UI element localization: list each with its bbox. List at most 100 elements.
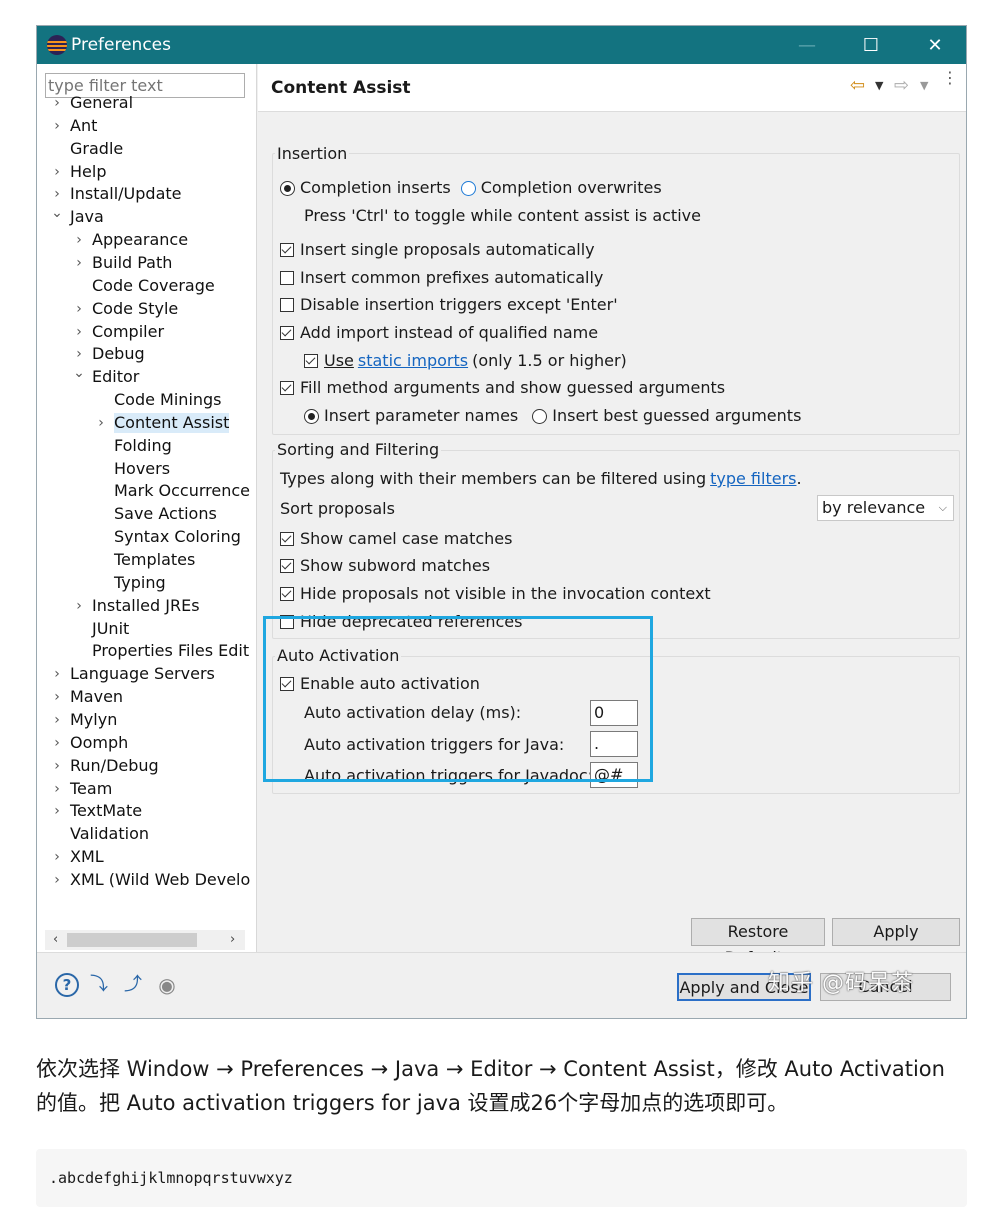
- tree-item[interactable]: Syntax Coloring: [114, 527, 241, 547]
- tree-item[interactable]: Save Actions: [114, 504, 217, 524]
- tree-item[interactable]: Code Minings: [114, 390, 222, 410]
- chevron-right-icon[interactable]: ›: [51, 687, 63, 707]
- camel-case-checkbox[interactable]: [280, 532, 294, 546]
- disable-triggers-checkbox[interactable]: [280, 298, 294, 312]
- window-title: Preferences: [71, 35, 171, 55]
- add-import-checkbox[interactable]: [280, 326, 294, 340]
- code-text: .abcdefghijklmnopqrstuvwxyz: [49, 1169, 293, 1187]
- chevron-right-icon[interactable]: ›: [51, 733, 63, 753]
- tree-item[interactable]: Build Path: [92, 253, 172, 273]
- chevron-down-icon[interactable]: ⌄: [73, 366, 85, 380]
- tree-item[interactable]: Install/Update: [70, 184, 182, 204]
- chevron-right-icon[interactable]: ›: [51, 184, 63, 204]
- export-icon[interactable]: ⤴: [121, 973, 145, 997]
- tree-item[interactable]: Validation: [70, 824, 149, 844]
- tree-item[interactable]: Typing: [114, 573, 166, 593]
- tree-item[interactable]: Templates: [114, 550, 195, 570]
- chevron-right-icon[interactable]: ›: [73, 596, 85, 616]
- minimize-button[interactable]: —: [775, 26, 839, 64]
- tree-item[interactable]: Folding: [114, 436, 172, 456]
- tree-item[interactable]: Help: [70, 162, 106, 182]
- chevron-right-icon[interactable]: ›: [73, 230, 85, 250]
- chevron-right-icon[interactable]: ›: [51, 710, 63, 730]
- scroll-left-icon[interactable]: ‹: [53, 930, 58, 950]
- back-arrow-icon[interactable]: ⇦: [850, 75, 865, 96]
- tree-item[interactable]: Gradle: [70, 139, 123, 159]
- param-names-radio[interactable]: [304, 408, 319, 424]
- common-prefixes-checkbox[interactable]: [280, 271, 294, 285]
- tree-item[interactable]: TextMate: [70, 801, 142, 821]
- tree-item[interactable]: Ant: [70, 116, 97, 136]
- help-icon[interactable]: ?: [55, 973, 79, 997]
- chevron-right-icon[interactable]: ›: [73, 344, 85, 364]
- tree-item[interactable]: Compiler: [92, 322, 164, 342]
- scroll-right-icon[interactable]: ›: [230, 930, 235, 950]
- tree-item[interactable]: Code Style: [92, 299, 178, 319]
- tree-item[interactable]: Team: [70, 779, 112, 799]
- forward-arrow-icon[interactable]: ⇨: [894, 75, 909, 96]
- record-icon[interactable]: ◉: [155, 973, 179, 997]
- chevron-right-icon[interactable]: ›: [95, 413, 107, 433]
- subword-checkbox[interactable]: [280, 559, 294, 573]
- forward-menu-chevron-icon[interactable]: ▼: [920, 79, 928, 92]
- tree-item[interactable]: Appearance: [92, 230, 188, 250]
- tree-item[interactable]: Java: [70, 207, 104, 227]
- import-icon[interactable]: ⤵: [87, 973, 111, 997]
- tree-item[interactable]: XML: [70, 847, 104, 867]
- chevron-right-icon[interactable]: ›: [73, 253, 85, 273]
- add-import-label: Add import instead of qualified name: [300, 323, 599, 342]
- chevron-right-icon[interactable]: ›: [51, 801, 63, 821]
- best-guessed-radio[interactable]: [532, 408, 548, 424]
- scrollbar-thumb[interactable]: [67, 933, 197, 947]
- chevron-right-icon[interactable]: ›: [51, 779, 63, 799]
- static-imports-link[interactable]: static imports: [358, 351, 468, 371]
- tree-item[interactable]: Maven: [70, 687, 123, 707]
- chevron-down-icon[interactable]: ⌄: [51, 206, 63, 220]
- type-filters-link[interactable]: type filters: [710, 469, 796, 489]
- tree-item[interactable]: Editor: [92, 367, 139, 387]
- tree-item[interactable]: Mylyn: [70, 710, 117, 730]
- tree-item[interactable]: Language Servers: [70, 664, 215, 684]
- hide-not-visible-checkbox[interactable]: [280, 587, 294, 601]
- fill-method-checkbox[interactable]: [280, 381, 294, 395]
- chevron-right-icon[interactable]: ›: [51, 847, 63, 867]
- tree-item[interactable]: Hovers: [114, 459, 170, 479]
- single-proposals-checkbox[interactable]: [280, 243, 294, 257]
- disable-triggers-label: Disable insertion triggers except 'Enter…: [300, 295, 618, 314]
- maximize-button[interactable]: ☐: [839, 26, 903, 64]
- tree-item[interactable]: Installed JREs: [92, 596, 200, 616]
- close-button[interactable]: ✕: [903, 26, 967, 64]
- tree-item[interactable]: Properties Files Edit: [92, 641, 249, 661]
- tree-item[interactable]: Oomph: [70, 733, 128, 753]
- chevron-right-icon[interactable]: ›: [51, 870, 63, 890]
- hide-not-visible-label: Hide proposals not visible in the invoca…: [300, 584, 711, 603]
- tree-item[interactable]: Mark Occurrence: [114, 481, 250, 501]
- chevron-right-icon[interactable]: ›: [51, 664, 63, 684]
- title-bar: Preferences — ☐ ✕: [37, 26, 966, 64]
- chevron-right-icon[interactable]: ›: [73, 299, 85, 319]
- apply-button[interactable]: Apply: [832, 918, 960, 946]
- restore-defaults-button[interactable]: Restore Defaults: [691, 918, 825, 967]
- chevron-right-icon[interactable]: ›: [51, 93, 63, 113]
- tree-item[interactable]: Run/Debug: [70, 756, 159, 776]
- tree-item[interactable]: Code Coverage: [92, 276, 215, 296]
- tree-item[interactable]: Debug: [92, 344, 145, 364]
- static-imports-checkbox[interactable]: [304, 354, 318, 368]
- completion-inserts-radio[interactable]: [280, 180, 295, 196]
- back-menu-chevron-icon[interactable]: ▼: [875, 79, 883, 92]
- horizontal-scrollbar[interactable]: ‹ ›: [45, 930, 245, 950]
- chevron-right-icon[interactable]: ›: [51, 116, 63, 136]
- tree-item[interactable]: XML (Wild Web Develo: [70, 870, 250, 890]
- sort-proposals-select[interactable]: by relevance ⌵: [817, 495, 954, 521]
- chevron-down-icon: ⌵: [938, 501, 947, 514]
- tree-item[interactable]: JUnit: [92, 619, 129, 639]
- more-menu-icon[interactable]: ⋮: [942, 70, 958, 86]
- completion-overwrites-radio[interactable]: [460, 180, 476, 196]
- chevron-right-icon[interactable]: ›: [73, 322, 85, 342]
- tree-item[interactable]: Content Assist: [114, 412, 230, 433]
- tree-item[interactable]: General: [70, 93, 133, 113]
- chevron-right-icon[interactable]: ›: [51, 162, 63, 182]
- chevron-right-icon[interactable]: ›: [51, 756, 63, 776]
- camel-case-label: Show camel case matches: [300, 529, 513, 548]
- page-header: Content Assist ⇦ ▼ ⇨ ▼ ⋮: [258, 64, 966, 112]
